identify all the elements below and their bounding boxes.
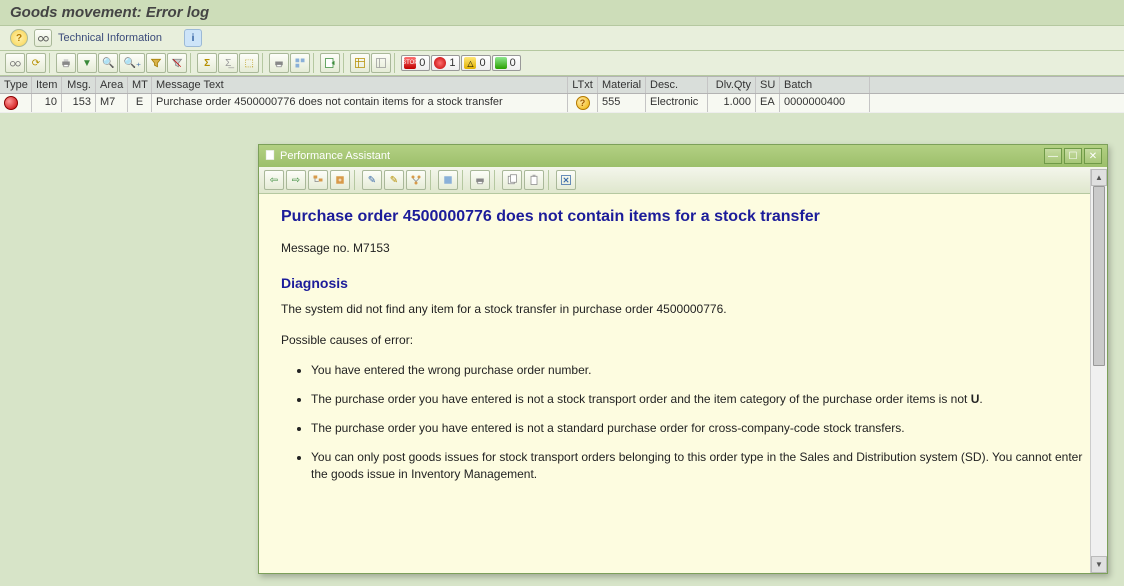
layout-change-icon[interactable] — [371, 53, 391, 73]
col-desc[interactable]: Desc. — [646, 77, 708, 93]
edit-icon[interactable]: ✎ — [362, 170, 382, 190]
filter-delete-icon[interactable] — [167, 53, 187, 73]
set-filter-icon[interactable] — [146, 53, 166, 73]
appl-help-icon[interactable] — [330, 170, 350, 190]
clipboard-icon[interactable] — [524, 170, 544, 190]
list-item: You can only post goods issues for stock… — [311, 449, 1085, 483]
status-warning[interactable]: △0 — [461, 55, 490, 71]
col-ltxt[interactable]: LTxt — [568, 77, 598, 93]
causes-list: You have entered the wrong purchase orde… — [311, 362, 1085, 482]
info-icon[interactable]: i — [184, 29, 202, 47]
close-button[interactable]: ✕ — [1084, 148, 1102, 164]
row-su: EA — [756, 94, 780, 112]
find-next-icon[interactable]: 🔍₊ — [119, 53, 145, 73]
row-text: Purchase order 4500000776 does not conta… — [152, 94, 568, 112]
export-excel-icon[interactable] — [320, 53, 340, 73]
status-success[interactable]: 0 — [492, 55, 521, 71]
grid-header: Type Item Msg. Area MT Message Text LTxt… — [0, 76, 1124, 94]
personalize-icon[interactable] — [438, 170, 458, 190]
success-icon — [495, 57, 507, 69]
scroll-up-icon[interactable]: ▲ — [1091, 169, 1107, 186]
col-mt[interactable]: MT — [128, 77, 152, 93]
list-item: The purchase order you have entered is n… — [311, 391, 1085, 408]
col-text[interactable]: Message Text — [152, 77, 568, 93]
dialog-content: Purchase order 4500000776 does not conta… — [259, 194, 1107, 573]
views-icon[interactable] — [290, 53, 310, 73]
subtotal-icon[interactable]: Σ̲ — [218, 53, 238, 73]
layout-icon[interactable] — [350, 53, 370, 73]
find-icon[interactable]: 🔍 — [98, 53, 118, 73]
technical-info-label[interactable]: Technical Information — [58, 32, 162, 44]
hierarchy-icon[interactable] — [406, 170, 426, 190]
help-icon[interactable]: ? — [10, 29, 28, 47]
col-type[interactable]: Type — [0, 77, 32, 93]
col-su[interactable]: SU — [756, 77, 780, 93]
dialog-scrollbar[interactable]: ▲ ▼ — [1090, 169, 1107, 573]
col-msg[interactable]: Msg. — [62, 77, 96, 93]
glasses-detail-icon[interactable] — [5, 53, 25, 73]
scroll-down-icon[interactable]: ▼ — [1091, 556, 1107, 573]
row-batch: 0000000400 — [780, 94, 870, 112]
tree-icon[interactable] — [308, 170, 328, 190]
table-row[interactable]: 10 153 M7 E Purchase order 4500000776 do… — [0, 94, 1124, 113]
page-title: Goods movement: Error log — [10, 4, 1114, 21]
col-material[interactable]: Material — [598, 77, 646, 93]
row-area: M7 — [96, 94, 128, 112]
row-desc: Electronic — [646, 94, 708, 112]
longtext-icon[interactable]: ? — [576, 96, 590, 110]
row-error-icon — [4, 96, 18, 110]
scroll-thumb[interactable] — [1093, 186, 1105, 366]
dlg-print-icon[interactable] — [470, 170, 490, 190]
warning-icon: △ — [464, 57, 476, 69]
causes-title: Possible causes of error: — [281, 332, 1085, 349]
page-title-bar: Goods movement: Error log — [0, 0, 1124, 26]
glasses-icon[interactable] — [34, 29, 52, 47]
performance-assistant-dialog: Performance Assistant — ☐ ✕ ⇦ ⇨ ✎ ✎ Purc… — [258, 144, 1108, 574]
dlg-close-icon[interactable] — [556, 170, 576, 190]
col-item[interactable]: Item — [32, 77, 62, 93]
col-area[interactable]: Area — [96, 77, 128, 93]
app-toolbar: ? Technical Information i — [0, 26, 1124, 51]
print-icon[interactable] — [56, 53, 76, 73]
dialog-title-bar[interactable]: Performance Assistant — ☐ ✕ — [259, 145, 1107, 167]
minimize-button[interactable]: — — [1044, 148, 1062, 164]
copy-icon[interactable] — [502, 170, 522, 190]
dialog-heading: Purchase order 4500000776 does not conta… — [281, 208, 1085, 226]
row-mt: E — [128, 94, 152, 112]
status-stop[interactable]: STOP0 — [401, 55, 430, 71]
dialog-doc-icon — [264, 149, 276, 164]
export-print-icon[interactable] — [269, 53, 289, 73]
row-msg: 153 — [62, 94, 96, 112]
col-qty[interactable]: Dlv.Qty — [708, 77, 756, 93]
message-no: Message no. M7153 — [281, 240, 1085, 257]
list-item: The purchase order you have entered is n… — [311, 420, 1085, 437]
list-item: You have entered the wrong purchase orde… — [311, 362, 1085, 379]
maximize-button[interactable]: ☐ — [1064, 148, 1082, 164]
nav-forward-icon[interactable]: ⇨ — [286, 170, 306, 190]
dialog-title: Performance Assistant — [280, 150, 390, 162]
pencil2-icon[interactable]: ✎ — [384, 170, 404, 190]
row-material: 555 — [598, 94, 646, 112]
status-error[interactable]: 1 — [431, 55, 460, 71]
col-batch[interactable]: Batch — [780, 77, 870, 93]
row-item: 10 — [32, 94, 62, 112]
filter-icon[interactable]: ▼ — [77, 53, 97, 73]
refresh-icon[interactable]: ⟳ — [26, 53, 46, 73]
stop-icon: STOP — [404, 57, 416, 69]
grid-toolbar: ⟳ ▼ 🔍 🔍₊ Σ Σ̲ ⬚ STOP0 1 △0 0 — [0, 51, 1124, 76]
sort-asc-icon[interactable]: ⬚ — [239, 53, 259, 73]
diagnosis-text: The system did not find any item for a s… — [281, 301, 1085, 318]
error-icon — [434, 57, 446, 69]
sum-icon[interactable]: Σ — [197, 53, 217, 73]
row-qty: 1.000 — [708, 94, 756, 112]
diagnosis-title: Diagnosis — [281, 275, 1085, 291]
nav-back-icon[interactable]: ⇦ — [264, 170, 284, 190]
dialog-toolbar: ⇦ ⇨ ✎ ✎ — [259, 167, 1107, 194]
